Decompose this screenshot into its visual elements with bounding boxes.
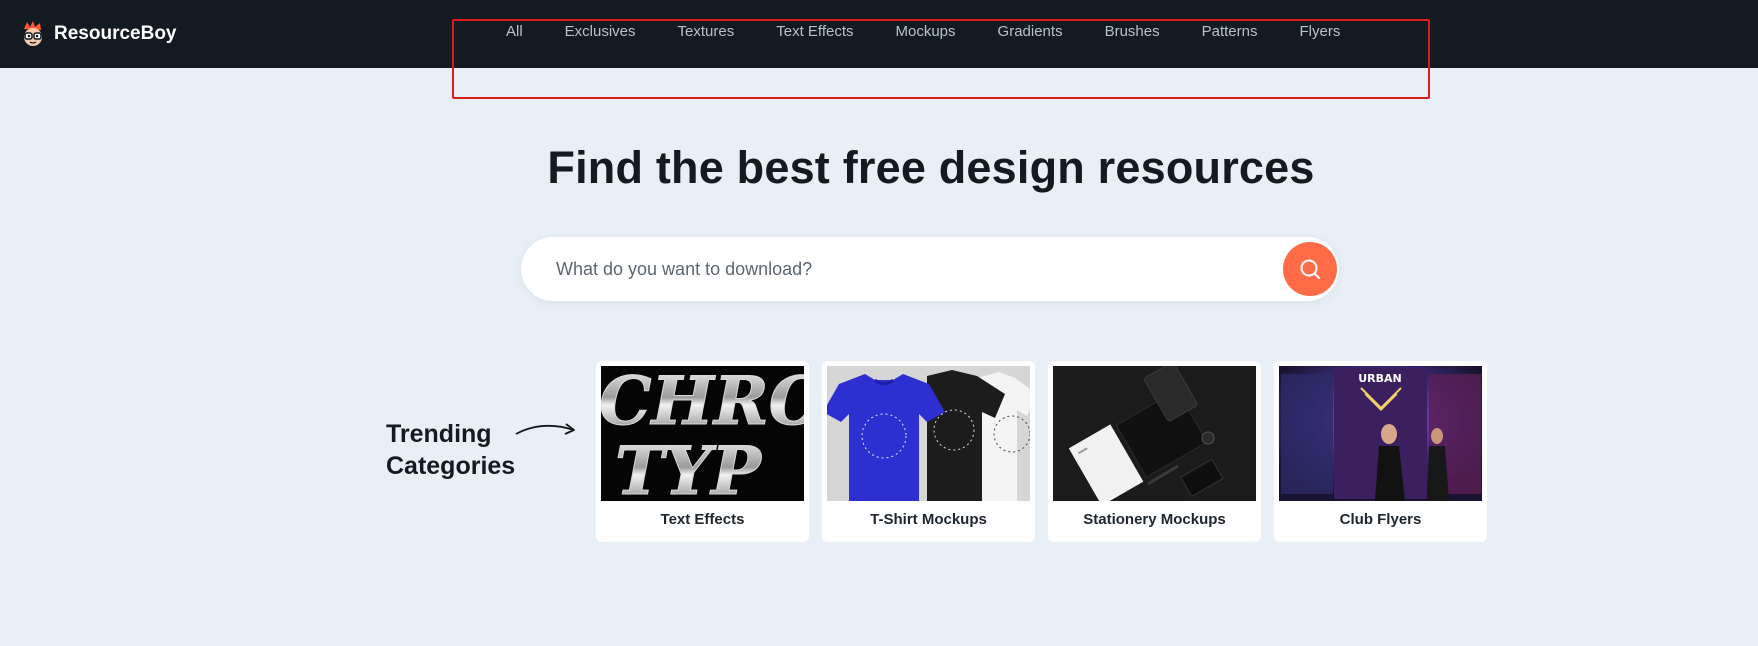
trending-card-stationery-mockups[interactable]: Stationery Mockups: [1048, 361, 1261, 542]
nav-item-flyers[interactable]: Flyers: [1299, 0, 1340, 40]
top-navigation-bar: ResourceBoy All Exclusives Textures Text…: [0, 0, 1758, 68]
brand-name: ResourceBoy: [54, 23, 177, 44]
nav-item-text-effects[interactable]: Text Effects: [776, 0, 853, 40]
trending-heading-line2: Categories: [386, 452, 516, 480]
text-effects-thumbnail: CHRO TYP: [601, 366, 804, 501]
svg-text:URBAN: URBAN: [1358, 372, 1402, 385]
trending-card-text-effects[interactable]: CHRO TYP Text Effects: [596, 361, 809, 542]
search-bar: [521, 237, 1339, 301]
club-flyers-thumbnail: URBAN: [1279, 366, 1482, 501]
trending-card-club-flyers[interactable]: URBAN Club Flyers: [1274, 361, 1487, 542]
chrome-text-thumbnail-art: CHRO TYP: [601, 366, 804, 501]
nav-item-all[interactable]: All: [506, 0, 523, 40]
nav-item-gradients[interactable]: Gradients: [998, 0, 1063, 40]
club-flyer-thumbnail-art: URBAN: [1279, 366, 1482, 501]
page-title: Find the best free design resources: [547, 142, 1315, 193]
search-input[interactable]: [556, 237, 1256, 301]
nav-item-mockups[interactable]: Mockups: [896, 0, 956, 40]
nav-item-exclusives[interactable]: Exclusives: [565, 0, 636, 40]
trending-heading-line1: Trending: [386, 420, 492, 448]
trending-card-tshirt-mockups[interactable]: T-Shirt Mockups: [822, 361, 1035, 542]
card-label: Text Effects: [660, 511, 745, 528]
svg-text:TYP: TYP: [615, 432, 763, 501]
trending-categories-heading: Trending Categories: [386, 418, 515, 482]
nav-item-textures[interactable]: Textures: [678, 0, 735, 40]
tshirt-thumbnail-art: [827, 370, 1030, 501]
nav-item-brushes[interactable]: Brushes: [1105, 0, 1160, 40]
card-label: Stationery Mockups: [1083, 511, 1226, 528]
search-icon: [1300, 259, 1320, 279]
resourceboy-mascot-icon: [24, 21, 42, 46]
svg-text:CHRO: CHRO: [601, 366, 804, 440]
card-label: T-Shirt Mockups: [870, 511, 987, 528]
tshirt-mockups-thumbnail: [827, 366, 1030, 501]
category-nav: All Exclusives Textures Text Effects Moc…: [490, 0, 1382, 68]
card-label: Club Flyers: [1339, 511, 1422, 528]
nav-item-patterns[interactable]: Patterns: [1202, 0, 1258, 40]
curved-arrow-icon: [515, 423, 575, 435]
brand-logo[interactable]: ResourceBoy: [20, 18, 177, 50]
stationery-mockups-thumbnail: [1053, 366, 1256, 501]
search-button[interactable]: [1283, 242, 1337, 296]
stationery-thumbnail-art: [1053, 366, 1256, 501]
